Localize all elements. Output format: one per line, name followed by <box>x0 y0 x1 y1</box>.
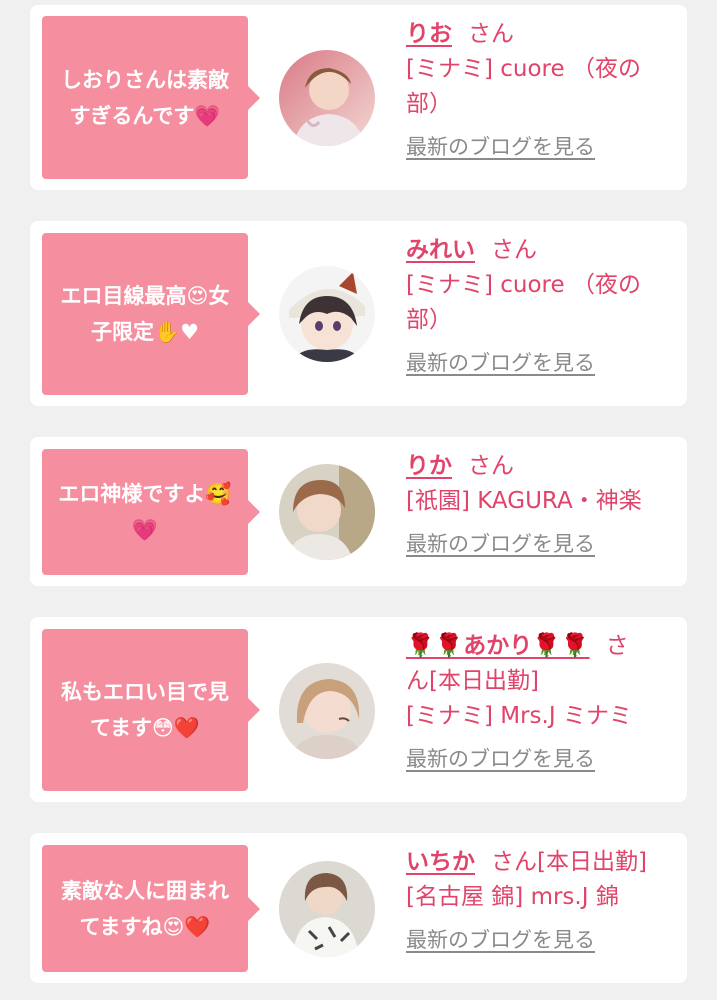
message-text-line: すぎるんです💗 <box>69 103 221 128</box>
member-info: みれい さん [ミナミ] cuore （夜の部） 最新のブログを見る <box>406 233 671 381</box>
shop-name: [祇園] KAGURA・神楽 <box>406 488 642 514</box>
message-bubble: 私もエロい目で見 てます😳❤️ <box>42 629 260 791</box>
message-text-line: 子限定✋♥ <box>91 320 199 344</box>
avatar-photo-icon <box>279 663 375 759</box>
message-bubble: エロ目線最高😍女 子限定✋♥ <box>42 233 260 395</box>
avatar[interactable] <box>279 50 375 146</box>
latest-blog-link[interactable]: 最新のブログを見る <box>406 742 595 777</box>
message-text-line: 💗 <box>131 518 159 542</box>
avatar[interactable] <box>279 663 375 759</box>
honorific: さん <box>491 237 537 263</box>
avatar-anime-icon <box>279 266 375 362</box>
honorific: さん <box>468 453 514 479</box>
avatar[interactable] <box>279 266 375 362</box>
member-info: りお さん [ミナミ] cuore （夜の部） 最新のブログを見る <box>406 17 671 165</box>
avatar-photo-icon <box>279 50 375 146</box>
shop-name: [ミナミ] cuore （夜の部） <box>406 272 641 333</box>
shop-name: [名古屋 錦] mrs.J 錦 <box>406 884 619 910</box>
honorific: さ <box>605 633 629 659</box>
message-text-line: てますね😍❤️ <box>79 914 211 939</box>
message-text-line: エロ目線最高😍女 <box>60 284 230 308</box>
honorific: さん <box>468 21 514 47</box>
message-bubble: エロ神様ですよ🥰 💗 <box>42 449 260 575</box>
latest-blog-link[interactable]: 最新のブログを見る <box>406 923 595 958</box>
member-info: いちか さん[本日出勤] [名古屋 錦] mrs.J 錦 最新のブログを見る <box>406 845 671 958</box>
comment-card: 私もエロい目で見 てます😳❤️ 🌹🌹あかり🌹🌹 さ ん[本日出勤] [ミナミ] M… <box>30 617 687 802</box>
shop-name: [ミナミ] cuore （夜の部） <box>406 56 641 117</box>
latest-blog-link[interactable]: 最新のブログを見る <box>406 527 595 562</box>
status-text: ん[本日出勤] <box>406 668 539 694</box>
message-text-line: 素敵な人に囲まれ <box>61 878 229 903</box>
message-text-line: エロ神様ですよ🥰 <box>58 482 232 506</box>
message-text-line: てます😳❤️ <box>90 716 200 740</box>
avatar-photo-icon <box>279 464 375 560</box>
avatar-photo-icon <box>279 861 375 957</box>
member-name-link[interactable]: りお <box>406 21 452 47</box>
shop-name: [ミナミ] Mrs.J ミナミ <box>406 703 632 729</box>
member-info: りか さん [祇園] KAGURA・神楽 最新のブログを見る <box>406 449 671 562</box>
comment-card: しおりさんは素敵 すぎるんです💗 りお さん [ミナミ] cuore （夜の部）… <box>30 5 687 190</box>
message-text-line: 私もエロい目で見 <box>61 680 229 704</box>
message-bubble: しおりさんは素敵 すぎるんです💗 <box>42 16 260 179</box>
member-name-link[interactable]: いちか <box>406 849 475 875</box>
member-info: 🌹🌹あかり🌹🌹 さ ん[本日出勤] [ミナミ] Mrs.J ミナミ 最新のブログを… <box>406 629 671 777</box>
message-text-line: しおりさんは素敵 <box>61 67 229 92</box>
latest-blog-link[interactable]: 最新のブログを見る <box>406 130 595 165</box>
avatar[interactable] <box>279 464 375 560</box>
honorific: さん[本日出勤] <box>491 849 647 875</box>
avatar[interactable] <box>279 861 375 957</box>
latest-blog-link[interactable]: 最新のブログを見る <box>406 346 595 381</box>
comment-card: エロ目線最高😍女 子限定✋♥ みれい さん [ミナミ] cuore （夜の部） 最… <box>30 221 687 406</box>
member-name-link[interactable]: りか <box>406 453 452 479</box>
comment-card: 素敵な人に囲まれ てますね😍❤️ いちか さん[本日出勤] [名古屋 錦] mrs… <box>30 833 687 983</box>
message-bubble: 素敵な人に囲まれ てますね😍❤️ <box>42 845 260 972</box>
comment-card: エロ神様ですよ🥰 💗 りか さん [祇園] KAGURA・神楽 最新のブログを見る <box>30 437 687 586</box>
comment-list: しおりさんは素敵 すぎるんです💗 りお さん [ミナミ] cuore （夜の部）… <box>0 0 717 1000</box>
member-name-link[interactable]: 🌹🌹あかり🌹🌹 <box>406 633 590 659</box>
member-name-link[interactable]: みれい <box>406 237 475 263</box>
